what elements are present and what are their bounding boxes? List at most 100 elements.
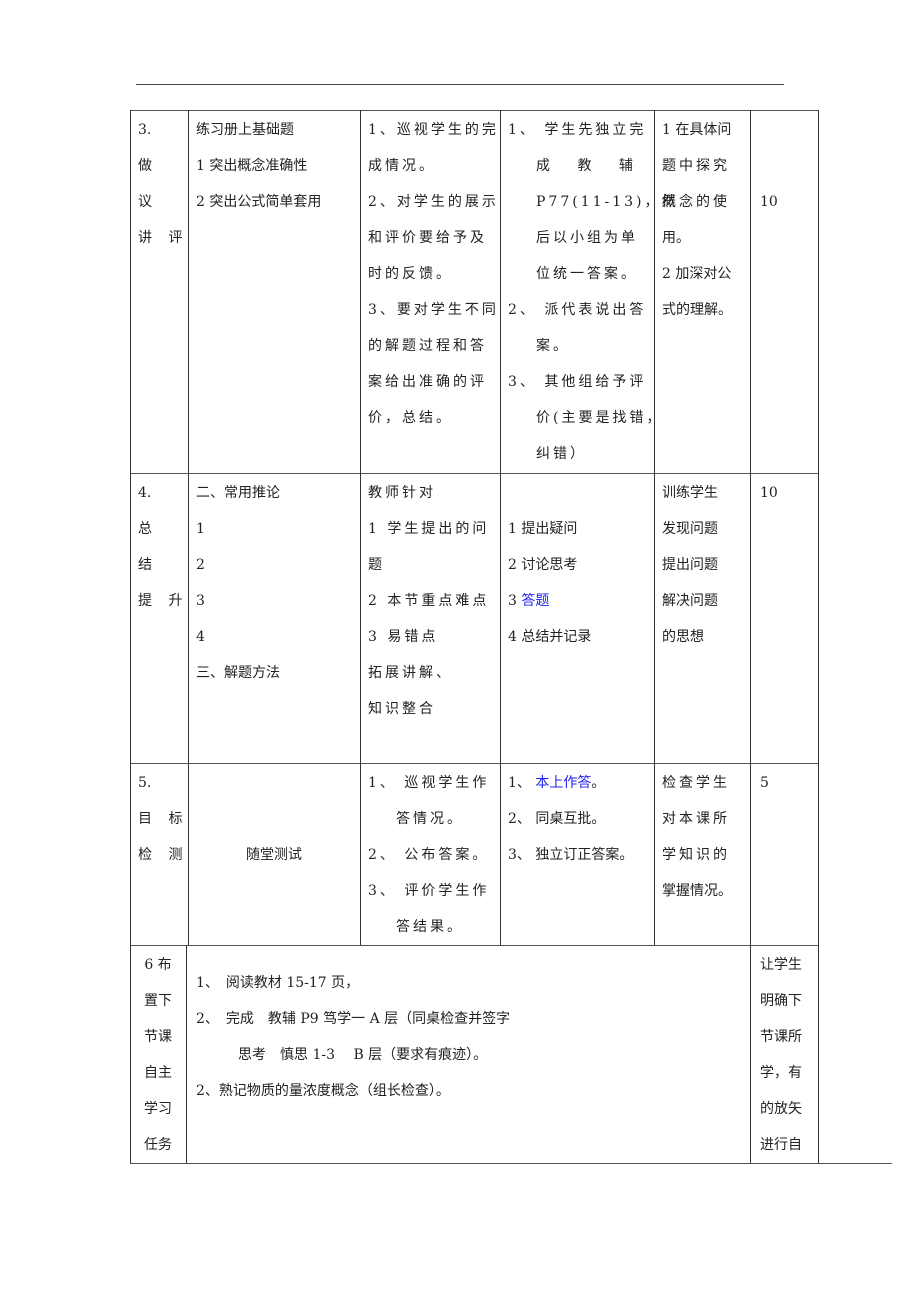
content-cell: 随堂测试 [188, 837, 360, 873]
item-text: 独立订正答案。 [535, 847, 634, 863]
item-text: 学生先独立完 [544, 122, 647, 138]
item-number: 2、 [508, 811, 536, 827]
text-line: 训练学生 [662, 485, 718, 501]
text-line: 用。 [662, 230, 690, 246]
table-column-border [188, 110, 189, 945]
text-line: 学知识的 [662, 847, 730, 863]
item-number: 2 [508, 557, 522, 573]
table-column-border [818, 110, 819, 945]
design-intent-cell: 让学生 明确下 节课所 学，有 的放矢 进行自 [760, 947, 816, 1163]
text-line: 成情况。 [368, 158, 436, 174]
text-line: 1 学生提出的问 [368, 521, 490, 537]
item-text: 答结果。 [396, 919, 464, 935]
text-line: 4. [138, 485, 152, 501]
text-line: 概念的使 [662, 194, 730, 210]
text-line: 6 布 [144, 957, 172, 973]
text-line: 自主 [144, 1065, 172, 1081]
table-column-border [186, 945, 187, 1163]
item-text: 答情况。 [396, 811, 464, 827]
item-text: 总结并记录 [521, 629, 592, 645]
text-line: 拓展讲解、 [368, 665, 453, 681]
time-cell: 10 [760, 475, 814, 511]
item-text: 其他组给予评 [544, 374, 647, 390]
text-line: 题 [368, 557, 385, 573]
item-text: 公布答案。 [404, 847, 490, 863]
text-line: 4 总结并记录 [508, 619, 650, 655]
text-line: 1 在具体问 [662, 122, 732, 138]
item-text: 后以小组为单 [536, 230, 638, 246]
item-number: 2、 [368, 847, 405, 863]
item-number: 1、 [508, 122, 545, 138]
text-line: 2、 同桌互批。 [508, 801, 650, 837]
student-activity-cell: 1 提出疑问 2 讨论思考 3 答题 4 总结并记录 [508, 475, 650, 655]
item-suffix: 。 [591, 775, 606, 791]
table-column-border [818, 945, 819, 1163]
text-line: P77(11-13)，然 [508, 184, 676, 220]
text-line: 3、要对学生不同 [368, 302, 499, 318]
text-line [508, 475, 650, 511]
text-line: 2、 公布答案。 [368, 837, 496, 873]
item-text: 巡视学生作 [404, 775, 490, 791]
student-activity-cell: 1、 学生先独立完成 教 辅 P77(11-13)，然 后以小组为单 位统一答案。 2、… [508, 112, 676, 472]
text-line: 置下 [144, 993, 172, 1009]
text-line: 结 [138, 557, 152, 573]
text-line: 纠错） [508, 436, 650, 472]
text-line: 让学生 [760, 957, 802, 973]
text-line: 1 提出疑问 [508, 511, 650, 547]
item-number: 3 [508, 593, 522, 609]
text-line: 2 突出公式简单套用 [196, 194, 322, 210]
stage-cell: 5. 目 标检 测 [138, 765, 184, 873]
text-line: 位统一答案。 [508, 256, 650, 292]
time-cell: 5 [760, 765, 814, 801]
text-line: 议 [138, 194, 152, 210]
text-line: 任务 [144, 1137, 172, 1153]
item-number: 2、 [508, 302, 545, 318]
item-text: 位统一答案。 [536, 266, 638, 282]
item-text: 价(主要是找错， [536, 410, 664, 426]
item-text: 派代表说出答 [544, 302, 647, 318]
text-line: 价(主要是找错， [508, 400, 660, 436]
content-cell: 练习册上基础题 1 突出概念准确性 2 突出公式简单套用 [196, 112, 356, 220]
text-line: 1、 巡视学生作 [368, 765, 496, 801]
content-cell: 二、常用推论 1 2 3 4 三、解题方法 [196, 475, 356, 691]
text-line: 10 [760, 194, 778, 210]
text-line: 价，总结。 [368, 410, 453, 426]
time-cell: 10 [760, 184, 814, 220]
text-line: 1 [196, 521, 205, 537]
text-line: 3、 独立订正答案。 [508, 837, 650, 873]
text-line: 答结果。 [368, 909, 496, 945]
highlighted-text: 本上作答 [535, 775, 592, 791]
text-line: 提 升 [138, 593, 189, 609]
item-number: 3、 [508, 374, 545, 390]
table-column-border [360, 110, 361, 945]
text-line: 三、解题方法 [196, 665, 280, 681]
item-number: 4 [508, 629, 522, 645]
text-line: 提出问题 [662, 557, 718, 573]
table-row-border [130, 110, 818, 111]
text-line: 练习册上基础题 [196, 122, 294, 138]
item-number: 3、 [508, 847, 536, 863]
text-line: 学习 [144, 1101, 172, 1117]
text-line: 2、 派代表说出答 [508, 292, 650, 328]
table-column-border [750, 945, 751, 1163]
text-line: 成 教 辅 [508, 148, 650, 184]
text-line: 1、 学生先独立完 [508, 112, 650, 148]
table-column-border [500, 110, 501, 945]
text-line: 3 [196, 593, 205, 609]
text-line: 节课 [144, 1029, 172, 1045]
table-row-border [130, 763, 818, 764]
text-line: 3. [138, 122, 152, 138]
text-line: 2 加深对公 [662, 266, 732, 282]
text-line: 2 讨论思考 [508, 547, 650, 583]
text-line: 节课所 [760, 1029, 802, 1045]
text-line: 教师针对 [368, 485, 436, 501]
highlighted-text: 答题 [521, 593, 550, 609]
text-line: 检 测 [138, 847, 189, 863]
table-column-border [130, 110, 131, 945]
item-text: 纠错） [536, 446, 587, 462]
teacher-activity-cell: 1、巡视学生的完 成情况。 2、对学生的展示 和评价要给予及 时的反馈。 3、要对学生不同… [368, 112, 496, 436]
table-row-border [130, 945, 818, 946]
text-line: 10 [760, 485, 778, 501]
text-line: 发现问题 [662, 521, 718, 537]
item-number: 1、 [368, 775, 405, 791]
